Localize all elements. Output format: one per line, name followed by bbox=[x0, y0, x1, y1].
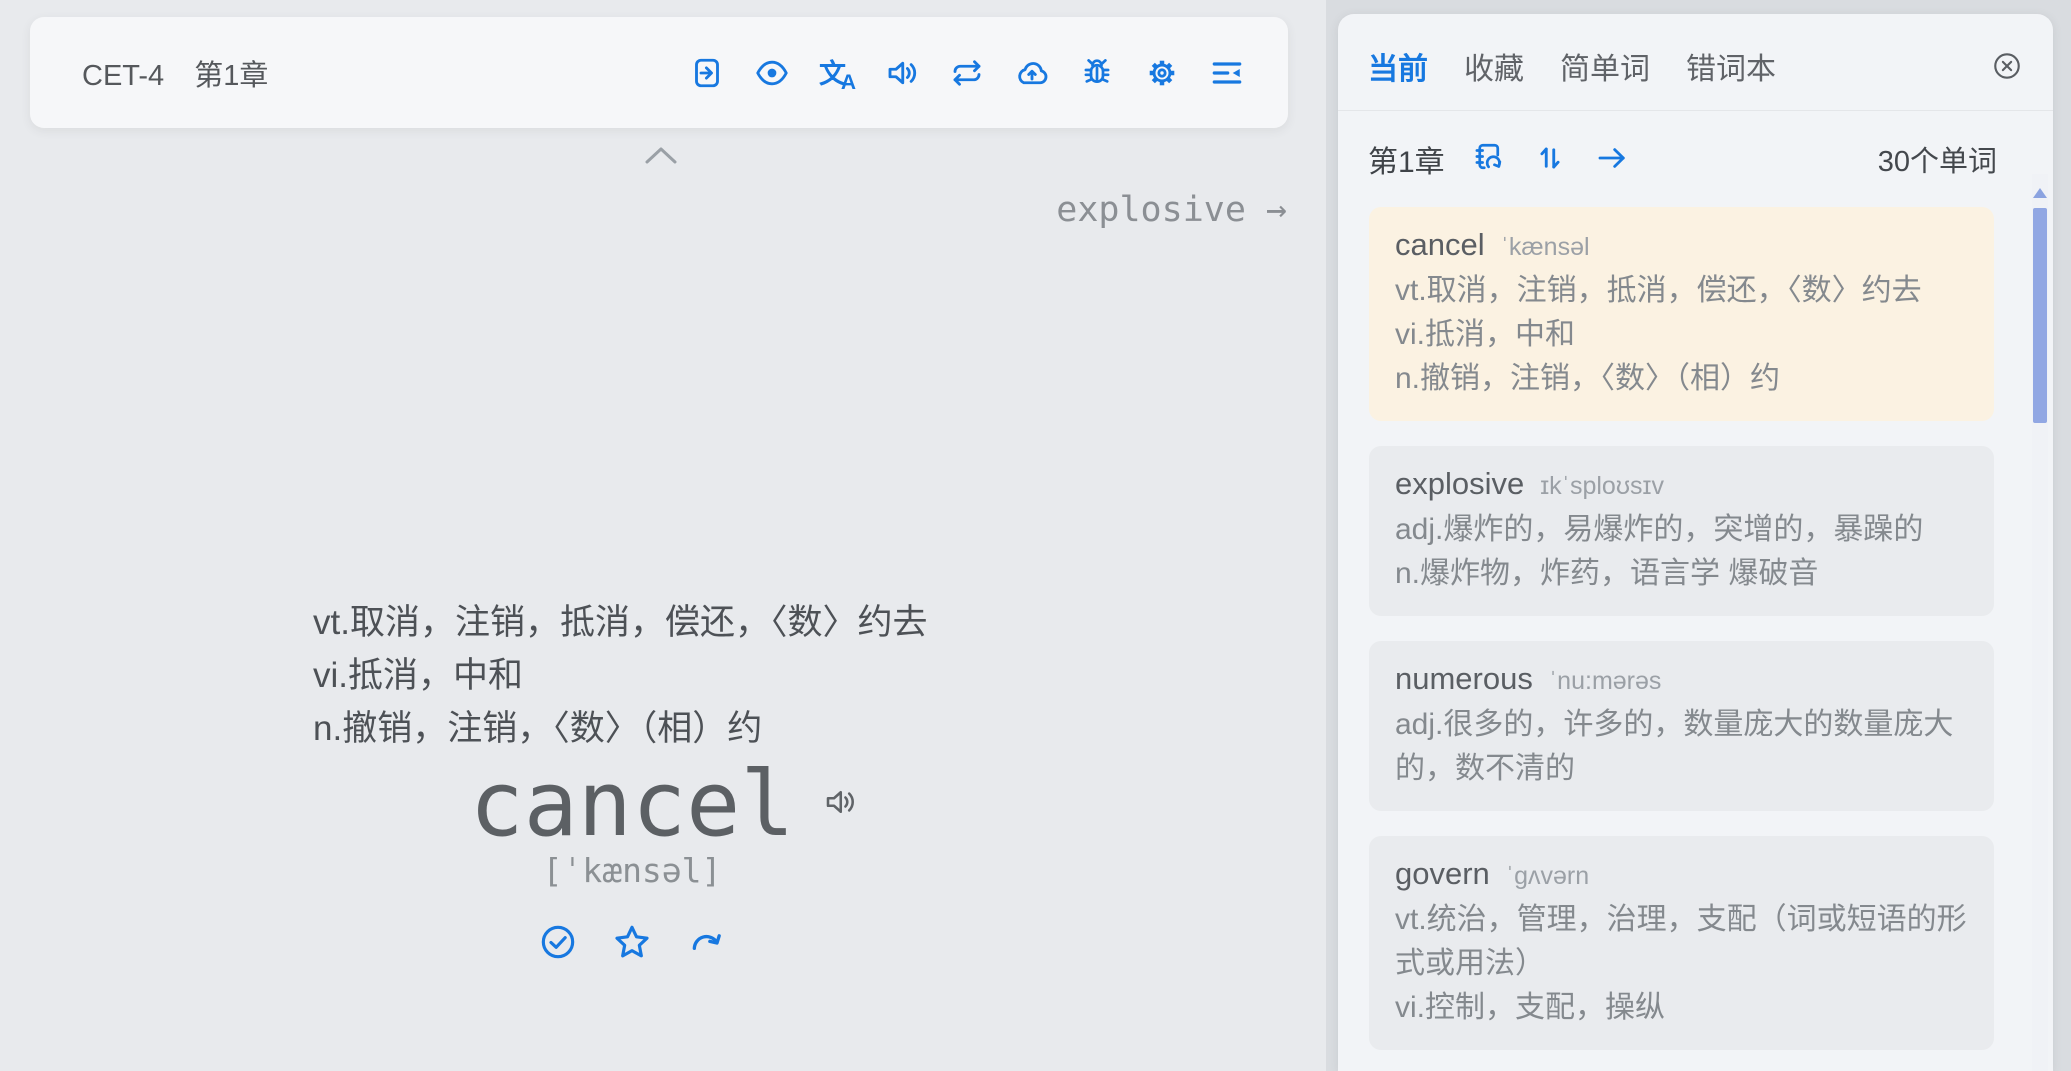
tab-favorites[interactable]: 收藏 bbox=[1464, 44, 1524, 88]
tab-current[interactable]: 当前 bbox=[1368, 44, 1428, 88]
word-card-cancel[interactable]: cancel ˈkænsəl vt.取消，注销，抵消，偿还，〈数〉约去 vi.抵… bbox=[1369, 207, 1994, 421]
next-word-peek[interactable]: explosive → bbox=[1056, 190, 1287, 230]
definition-line: vt.取消，注销，抵消，偿还，〈数〉约去 bbox=[313, 596, 927, 649]
tab-easy-words[interactable]: 简单词 bbox=[1560, 44, 1650, 88]
word-list-sidebar: 当前 收藏 简单词 错词本 第1章 bbox=[1338, 14, 2053, 1071]
mark-known-icon[interactable] bbox=[538, 922, 578, 962]
word-action-bar bbox=[0, 922, 1264, 962]
card-word: govern bbox=[1395, 856, 1490, 892]
next-word-label: explosive bbox=[1056, 190, 1246, 230]
card-phonetic: ɪkˈsploʊsɪv bbox=[1540, 472, 1664, 501]
card-phonetic: ˈgʌvərn bbox=[1506, 862, 1589, 891]
arrow-right-icon[interactable] bbox=[1593, 140, 1631, 178]
card-word: numerous bbox=[1395, 661, 1533, 697]
chevron-up-icon[interactable] bbox=[642, 143, 680, 169]
sort-icon[interactable] bbox=[1531, 140, 1569, 178]
main-study-area: explosive → vt.取消，注销，抵消，偿还，〈数〉约去 vi.抵消，中… bbox=[0, 0, 1328, 1071]
current-word-row: cancel bbox=[0, 752, 1264, 857]
word-card-numerous[interactable]: numerous ˈnu:mərəs adj.很多的，许多的，数量庞大的数量庞大… bbox=[1369, 641, 1994, 811]
word-count: 30个单词 bbox=[1878, 138, 1997, 180]
scrollbar-up-arrow-icon[interactable] bbox=[2033, 188, 2047, 198]
app-window: CET-4 第1章 文A bbox=[0, 0, 2071, 1071]
arrow-right-glyph: → bbox=[1266, 190, 1287, 230]
word-definitions: vt.取消，注销，抵消，偿还，〈数〉约去 vi.抵消，中和 n.撤销，注销，〈数… bbox=[313, 596, 927, 755]
card-word: explosive bbox=[1395, 466, 1524, 502]
word-card-explosive[interactable]: explosive ɪkˈsploʊsɪv adj.爆炸的，易爆炸的，突增的，暴… bbox=[1369, 446, 1994, 616]
tab-wrong-words[interactable]: 错词本 bbox=[1686, 44, 1776, 88]
current-word: cancel bbox=[469, 752, 794, 857]
card-definitions: adj.很多的，许多的，数量庞大的数量庞大的，数不清的 bbox=[1395, 703, 1968, 791]
star-favorite-icon[interactable] bbox=[612, 922, 652, 962]
word-card-list: cancel ˈkænsəl vt.取消，注销，抵消，偿还，〈数〉约去 vi.抵… bbox=[1338, 181, 2053, 1050]
chapter-label: 第1章 bbox=[1368, 137, 1445, 181]
definition-line: n.撤销，注销，〈数〉（相）约 bbox=[313, 702, 927, 755]
card-phonetic: ˈkænsəl bbox=[1501, 233, 1590, 262]
card-definitions: adj.爆炸的，易爆炸的，突增的，暴躁的 n.爆炸物，炸药，语言学 爆破音 bbox=[1395, 508, 1968, 596]
word-card-govern[interactable]: govern ˈgʌvərn vt.统治，管理，治理，支配（词或短语的形式或用法… bbox=[1369, 836, 1994, 1050]
scrollbar-thumb[interactable] bbox=[2033, 208, 2047, 423]
close-icon[interactable] bbox=[1991, 50, 2023, 82]
definition-line: vi.抵消，中和 bbox=[313, 649, 927, 702]
chapter-row: 第1章 bbox=[1338, 111, 2053, 181]
card-definitions: vt.统治，管理，治理，支配（词或短语的形式或用法） vi.控制，支配，操纵 bbox=[1395, 898, 1968, 1030]
chapter-refresh-icon[interactable] bbox=[1469, 140, 1507, 178]
pronounce-speaker-icon[interactable] bbox=[822, 784, 858, 820]
card-word: cancel bbox=[1395, 227, 1485, 263]
sidebar-tabs: 当前 收藏 简单词 错词本 bbox=[1338, 14, 2053, 110]
card-definitions: vt.取消，注销，抵消，偿还，〈数〉约去 vi.抵消，中和 n.撤销，注销，〈数… bbox=[1395, 269, 1968, 401]
card-phonetic: ˈnu:mərəs bbox=[1549, 667, 1662, 696]
phonetic-label: [ˈkænsəl] bbox=[0, 851, 1264, 890]
redo-next-icon[interactable] bbox=[686, 922, 726, 962]
sidebar-scrollbar[interactable] bbox=[2032, 174, 2048, 1071]
